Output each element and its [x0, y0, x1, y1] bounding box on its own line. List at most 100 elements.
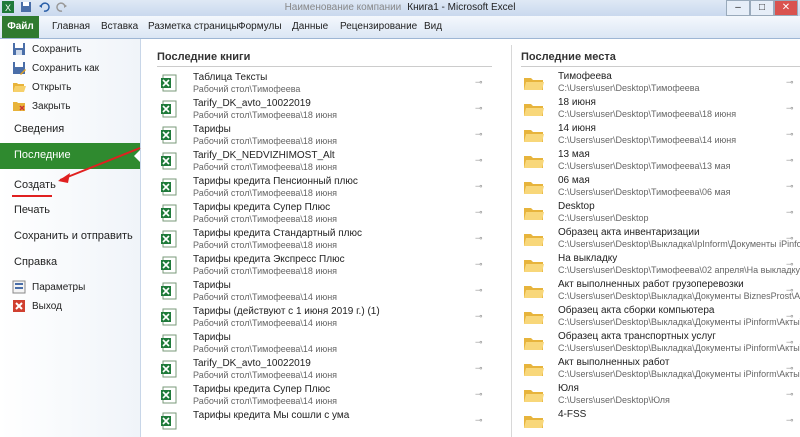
recent-book-item[interactable]: Tarify_DK_NEDVIZHIMOST_Alt Рабочий стол\Т…	[157, 149, 492, 175]
sidebar-item-open[interactable]: Открыть	[0, 79, 140, 95]
recent-books-rule	[157, 66, 492, 67]
recent-place-item[interactable]: На выкладку C:\Users\user\Desktop\Тимофее…	[524, 253, 800, 279]
folder-close-icon	[13, 102, 25, 111]
pin-icon[interactable]: ⊸	[475, 155, 483, 166]
pin-icon[interactable]: ⊸	[786, 363, 794, 374]
pin-icon[interactable]: ⊸	[786, 129, 794, 140]
recent-place-path: C:\Users\user\Desktop\Тимофеева\14 июня	[558, 135, 737, 145]
recent-place-name: Образец акта инвентаризации	[558, 227, 700, 238]
sidebar-item-options[interactable]: Параметры	[0, 279, 140, 295]
recent-place-path: C:\Users\user\Desktop\Выкладка\Документы…	[558, 343, 800, 353]
excel-file-icon	[161, 360, 177, 378]
recent-book-item[interactable]: Тарифы кредита Супер Плюс Рабочий стол\Ти…	[157, 383, 492, 409]
sidebar-item-new[interactable]: Создать	[14, 179, 56, 191]
tab-view[interactable]: Вид	[424, 16, 442, 38]
pin-icon[interactable]: ⊸	[786, 285, 794, 296]
sidebar-item-save[interactable]: Сохранить	[0, 41, 140, 57]
recent-place-item[interactable]: Образец акта сборки компьютера C:\Users\u…	[524, 305, 800, 331]
sidebar-item-info[interactable]: Сведения	[14, 123, 64, 135]
recent-place-name: Акт выполненных работ грузоперевозки	[558, 279, 744, 290]
recent-place-item[interactable]: Образец акта транспортных услуг C:\Users\…	[524, 331, 800, 357]
pin-icon[interactable]: ⊸	[475, 181, 483, 192]
minimize-icon[interactable]: –	[726, 0, 750, 16]
tab-file[interactable]: Файл	[2, 16, 39, 38]
recent-place-item[interactable]: Акт выполненных работ грузоперевозки C:\U…	[524, 279, 800, 305]
pin-icon[interactable]: ⊸	[786, 207, 794, 218]
recent-place-item[interactable]: Юля C:\Users\user\Desktop\Юля ⊸	[524, 383, 800, 409]
tab-formulas[interactable]: Формулы	[238, 16, 282, 38]
pin-icon[interactable]: ⊸	[475, 259, 483, 270]
pin-icon[interactable]: ⊸	[475, 285, 483, 296]
pin-icon[interactable]: ⊸	[475, 233, 483, 244]
recent-book-item[interactable]: Тарифы Рабочий стол\Тимофеева\14 июня ⊸	[157, 331, 492, 357]
recent-place-item[interactable]: 14 июня C:\Users\user\Desktop\Тимофеева\1…	[524, 123, 800, 149]
recent-book-name: Tarify_DK_NEDVIZHIMOST_Alt	[193, 150, 335, 161]
pin-icon[interactable]: ⊸	[475, 389, 483, 400]
sidebar-item-save-as[interactable]: Сохранить как	[0, 60, 140, 76]
recent-place-item[interactable]: 06 мая C:\Users\user\Desktop\Тимофеева\06…	[524, 175, 800, 201]
recent-book-item[interactable]: Tarify_DK_avto_10022019 Рабочий стол\Тимо…	[157, 357, 492, 383]
pin-icon[interactable]: ⊸	[786, 181, 794, 192]
recent-book-item[interactable]: Таблица Тексты Рабочий стол\Тимофеева ⊸	[157, 71, 492, 97]
folder-icon	[524, 130, 544, 142]
recent-place-item[interactable]: 13 мая C:\Users\user\Desktop\Тимофеева\13…	[524, 149, 800, 175]
recent-book-item[interactable]: Тарифы Рабочий стол\Тимофеева\18 июня ⊸	[157, 123, 492, 149]
recent-place-path: C:\Users\user\Desktop\Тимофеева\13 мая	[558, 161, 731, 171]
pin-icon[interactable]: ⊸	[786, 311, 794, 322]
sidebar-item-recent[interactable]: Последние	[0, 143, 140, 169]
recent-book-item[interactable]: Тарифы кредита Супер Плюс Рабочий стол\Ти…	[157, 201, 492, 227]
pin-icon[interactable]: ⊸	[475, 207, 483, 218]
pin-icon[interactable]: ⊸	[475, 311, 483, 322]
pin-icon[interactable]: ⊸	[475, 77, 483, 88]
sidebar-item-close[interactable]: Закрыть	[0, 98, 140, 114]
sidebar-item-exit[interactable]: Выход	[0, 298, 140, 314]
tab-home[interactable]: Главная	[52, 16, 90, 38]
sidebar-item-label: Закрыть	[32, 100, 71, 112]
maximize-icon[interactable]: □	[750, 0, 774, 16]
excel-file-icon	[161, 126, 177, 144]
title-bar: X Наименование компании Книга1 - Microsof…	[0, 0, 800, 17]
pin-icon[interactable]: ⊸	[786, 337, 794, 348]
tab-page-layout[interactable]: Разметка страницы	[148, 16, 239, 38]
recent-book-item[interactable]: Тарифы кредита Пенсионный плюс Рабочий ст…	[157, 175, 492, 201]
recent-place-item[interactable]: Образец акта инвентаризации C:\Users\user…	[524, 227, 800, 253]
pin-icon[interactable]: ⊸	[786, 415, 794, 426]
recent-place-item[interactable]: 18 июня C:\Users\user\Desktop\Тимофеева\1…	[524, 97, 800, 123]
pin-icon[interactable]: ⊸	[475, 363, 483, 374]
pin-icon[interactable]: ⊸	[475, 415, 483, 426]
recent-book-item[interactable]: Тарифы кредита Экспресс Плюс Рабочий стол…	[157, 253, 492, 279]
tab-data[interactable]: Данные	[292, 16, 328, 38]
recent-place-name: Образец акта транспортных услуг	[558, 331, 716, 342]
tab-review[interactable]: Рецензирование	[340, 16, 417, 38]
recent-book-item[interactable]: Тарифы кредита Мы сошли с ума ⊸	[157, 409, 492, 435]
pin-icon[interactable]: ⊸	[786, 389, 794, 400]
sidebar-item-help[interactable]: Справка	[14, 256, 57, 268]
sidebar-item-print[interactable]: Печать	[14, 204, 50, 216]
recent-place-item[interactable]: 4-FSS ⊸	[524, 409, 800, 435]
recent-place-item[interactable]: Desktop C:\Users\user\Desktop ⊸	[524, 201, 800, 227]
close-icon[interactable]: ✕	[774, 0, 798, 16]
pin-icon[interactable]: ⊸	[786, 155, 794, 166]
recent-book-item[interactable]: Tarify_DK_avto_10022019 Рабочий стол\Тимо…	[157, 97, 492, 123]
recent-book-path: Рабочий стол\Тимофеева\14 июня	[193, 344, 338, 354]
excel-file-icon	[161, 100, 177, 118]
pin-icon[interactable]: ⊸	[475, 129, 483, 140]
recent-book-item[interactable]: Тарифы кредита Стандартный плюс Рабочий с…	[157, 227, 492, 253]
excel-file-icon	[161, 334, 177, 352]
recent-place-name: 18 июня	[558, 97, 596, 108]
recent-place-item[interactable]: Акт выполненных работ C:\Users\user\Deskt…	[524, 357, 800, 383]
pin-icon[interactable]: ⊸	[475, 103, 483, 114]
pin-icon[interactable]: ⊸	[786, 259, 794, 270]
pin-icon[interactable]: ⊸	[786, 77, 794, 88]
pin-icon[interactable]: ⊸	[786, 103, 794, 114]
tab-insert[interactable]: Вставка	[101, 16, 138, 38]
recent-book-item[interactable]: Тарифы Рабочий стол\Тимофеева\14 июня ⊸	[157, 279, 492, 305]
recent-place-item[interactable]: Тимофеева C:\Users\user\Desktop\Тимофеева…	[524, 71, 800, 97]
sidebar-item-save-send[interactable]: Сохранить и отправить	[14, 230, 133, 242]
recent-book-item[interactable]: Тарифы (действуют с 1 июня 2019 г.) (1) Р…	[157, 305, 492, 331]
recent-book-path: Рабочий стол\Тимофеева\18 июня	[193, 240, 338, 250]
pin-icon[interactable]: ⊸	[475, 337, 483, 348]
pin-icon[interactable]: ⊸	[786, 233, 794, 244]
recent-book-path: Рабочий стол\Тимофеева\14 июня	[193, 370, 338, 380]
recent-place-path: C:\Users\user\Desktop	[558, 213, 649, 223]
